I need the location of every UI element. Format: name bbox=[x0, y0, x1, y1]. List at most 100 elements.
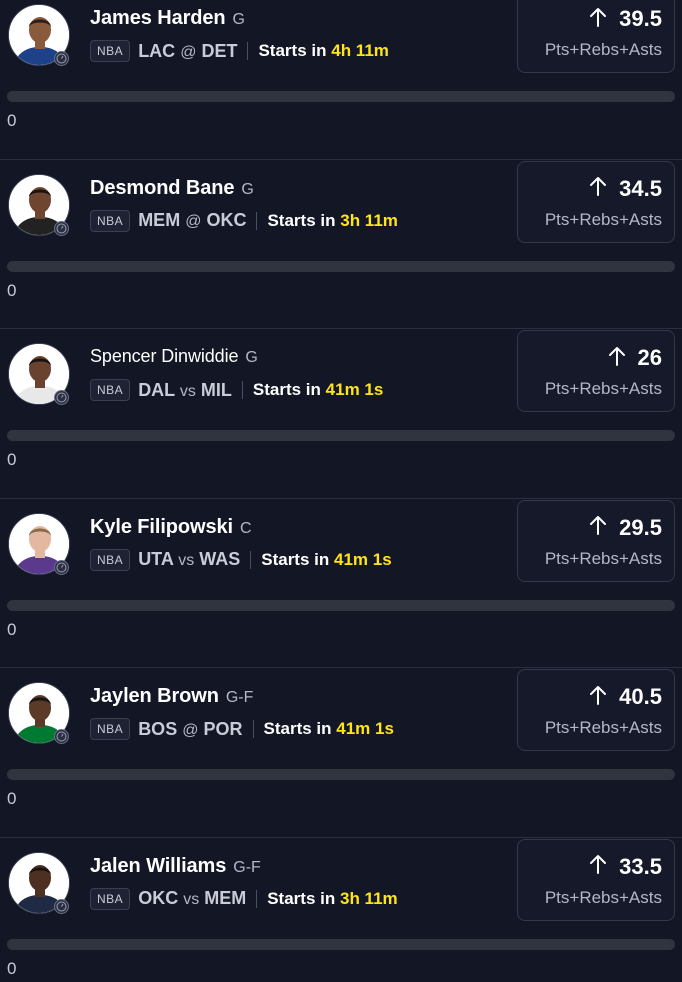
opponent-abbr: MEM bbox=[204, 888, 247, 908]
line-header: 33.5 bbox=[589, 854, 662, 880]
stat-type: Pts+Rebs+Asts bbox=[544, 209, 662, 229]
matchup-separator: @ bbox=[182, 721, 199, 739]
start-time: Starts in 41m 1s bbox=[264, 719, 394, 739]
opponent-abbr: OKC bbox=[206, 210, 247, 230]
projection-line-button[interactable]: 40.5 Pts+Rebs+Asts bbox=[517, 669, 675, 751]
starts-prefix: Starts in bbox=[267, 210, 336, 230]
league-badge: NBA bbox=[90, 718, 131, 740]
arrow-up-icon bbox=[589, 854, 607, 879]
player-position: C bbox=[239, 519, 252, 537]
start-time: Starts in 41m 1s bbox=[253, 380, 383, 400]
pick-count: 0 bbox=[7, 111, 17, 130]
projection-line-button[interactable]: 33.5 Pts+Rebs+Asts bbox=[517, 838, 675, 921]
matchup-separator: vs bbox=[179, 382, 196, 400]
arrow-up-icon bbox=[589, 515, 607, 540]
starts-prefix: Starts in bbox=[267, 888, 336, 908]
player-heading: Kyle Filipowski C bbox=[90, 516, 252, 539]
pick-count: 0 bbox=[7, 619, 17, 639]
player-position: G-F bbox=[225, 689, 254, 706]
pick-count: 0 bbox=[7, 789, 17, 808]
matchup: UTA vs WAS bbox=[138, 549, 240, 570]
stat-type: Pts+Rebs+Asts bbox=[544, 887, 662, 907]
line-header: 29.5 bbox=[589, 515, 662, 541]
player-name[interactable]: James Harden bbox=[90, 7, 226, 30]
opponent-abbr: MIL bbox=[200, 379, 232, 400]
game-info: NBA DAL vs MIL Starts in 41m 1s bbox=[90, 379, 383, 401]
start-time: Starts in 3h 11m bbox=[267, 889, 397, 909]
player-name[interactable]: Jaylen Brown bbox=[90, 685, 219, 708]
matchup: LAC @ DET bbox=[138, 41, 237, 62]
player-name[interactable]: Desmond Bane bbox=[90, 177, 234, 200]
stat-type: Pts+Rebs+Asts bbox=[544, 718, 662, 737]
line-value: 29.5 bbox=[619, 514, 662, 540]
starts-prefix: Starts in bbox=[263, 719, 332, 738]
matchup: DAL vs MIL bbox=[138, 380, 232, 401]
countdown: 3h 11m bbox=[339, 888, 398, 908]
projection-card[interactable]: Jaylen Brown G-F NBA BOS @ POR Starts in… bbox=[0, 668, 682, 838]
player-position: G bbox=[245, 349, 258, 366]
team-abbr: MEM bbox=[138, 210, 181, 230]
player-name[interactable]: Spencer Dinwiddie bbox=[90, 346, 238, 367]
divider bbox=[247, 42, 249, 60]
stat-type: Pts+Rebs+Asts bbox=[544, 379, 662, 398]
player-name[interactable]: Kyle Filipowski bbox=[90, 516, 233, 539]
start-time: Starts in 3h 11m bbox=[267, 211, 397, 231]
line-value: 26 bbox=[637, 345, 662, 370]
start-time: Starts in 41m 1s bbox=[261, 550, 391, 570]
projection-card[interactable]: James Harden G NBA LAC @ DET Starts in 4… bbox=[0, 0, 682, 160]
player-position: G bbox=[232, 11, 245, 28]
league-badge: NBA bbox=[90, 209, 131, 232]
player-heading: Jalen Williams G-F bbox=[90, 855, 261, 878]
opponent-abbr: WAS bbox=[199, 549, 241, 569]
clock-icon bbox=[54, 729, 69, 744]
team-abbr: LAC bbox=[138, 40, 176, 61]
line-header: 40.5 bbox=[589, 684, 662, 710]
line-value: 34.5 bbox=[619, 175, 662, 201]
pick-count: 0 bbox=[7, 450, 17, 469]
player-name[interactable]: Jalen Williams bbox=[90, 855, 226, 878]
team-abbr: BOS bbox=[138, 718, 178, 739]
progress-bar bbox=[7, 91, 675, 102]
clock-icon bbox=[54, 559, 69, 575]
countdown: 41m 1s bbox=[336, 719, 394, 738]
countdown: 3h 11m bbox=[340, 210, 398, 230]
arrow-up-icon bbox=[589, 176, 607, 201]
player-heading: Spencer Dinwiddie G bbox=[90, 346, 258, 367]
league-badge: NBA bbox=[90, 379, 131, 401]
arrow-up-icon bbox=[589, 685, 607, 710]
clock-icon bbox=[54, 390, 69, 405]
progress-bar bbox=[7, 430, 675, 441]
team-abbr: OKC bbox=[138, 888, 179, 908]
player-position: G-F bbox=[233, 858, 261, 876]
line-header: 34.5 bbox=[589, 176, 662, 202]
projection-card[interactable]: Spencer Dinwiddie G NBA DAL vs MIL Start… bbox=[0, 329, 682, 499]
starts-prefix: Starts in bbox=[252, 380, 321, 399]
player-heading: James Harden G bbox=[90, 7, 245, 30]
projection-line-button[interactable]: 34.5 Pts+Rebs+Asts bbox=[517, 160, 675, 243]
player-heading: Desmond Bane G bbox=[90, 177, 254, 200]
matchup: OKC vs MEM bbox=[138, 888, 246, 909]
progress-bar bbox=[7, 938, 675, 950]
matchup-separator: @ bbox=[185, 213, 202, 230]
projection-card[interactable]: Kyle Filipowski C NBA UTA vs WAS Starts … bbox=[0, 499, 682, 668]
matchup: MEM @ OKC bbox=[138, 210, 246, 231]
opponent-abbr: POR bbox=[203, 718, 243, 739]
projection-card[interactable]: Jalen Williams G-F NBA OKC vs MEM Starts… bbox=[0, 838, 682, 982]
matchup-separator: vs bbox=[178, 552, 195, 569]
clock-icon bbox=[54, 220, 69, 236]
line-value: 40.5 bbox=[619, 684, 662, 709]
line-value: 39.5 bbox=[619, 6, 662, 31]
line-value: 33.5 bbox=[619, 853, 662, 879]
projection-card[interactable]: Desmond Bane G NBA MEM @ OKC Starts in 3… bbox=[0, 160, 682, 329]
divider bbox=[250, 550, 252, 569]
player-heading: Jaylen Brown G-F bbox=[90, 685, 253, 708]
countdown: 41m 1s bbox=[334, 549, 392, 569]
game-info: NBA MEM @ OKC Starts in 3h 11m bbox=[90, 209, 398, 232]
projection-line-button[interactable]: 26 Pts+Rebs+Asts bbox=[517, 330, 675, 412]
progress-bar bbox=[7, 599, 675, 611]
projection-line-button[interactable]: 29.5 Pts+Rebs+Asts bbox=[517, 499, 675, 582]
matchup-separator: @ bbox=[180, 43, 197, 61]
projection-line-button[interactable]: 39.5 Pts+Rebs+Asts bbox=[517, 0, 675, 73]
matchup-separator: vs bbox=[183, 891, 200, 908]
player-position: G bbox=[241, 180, 254, 198]
